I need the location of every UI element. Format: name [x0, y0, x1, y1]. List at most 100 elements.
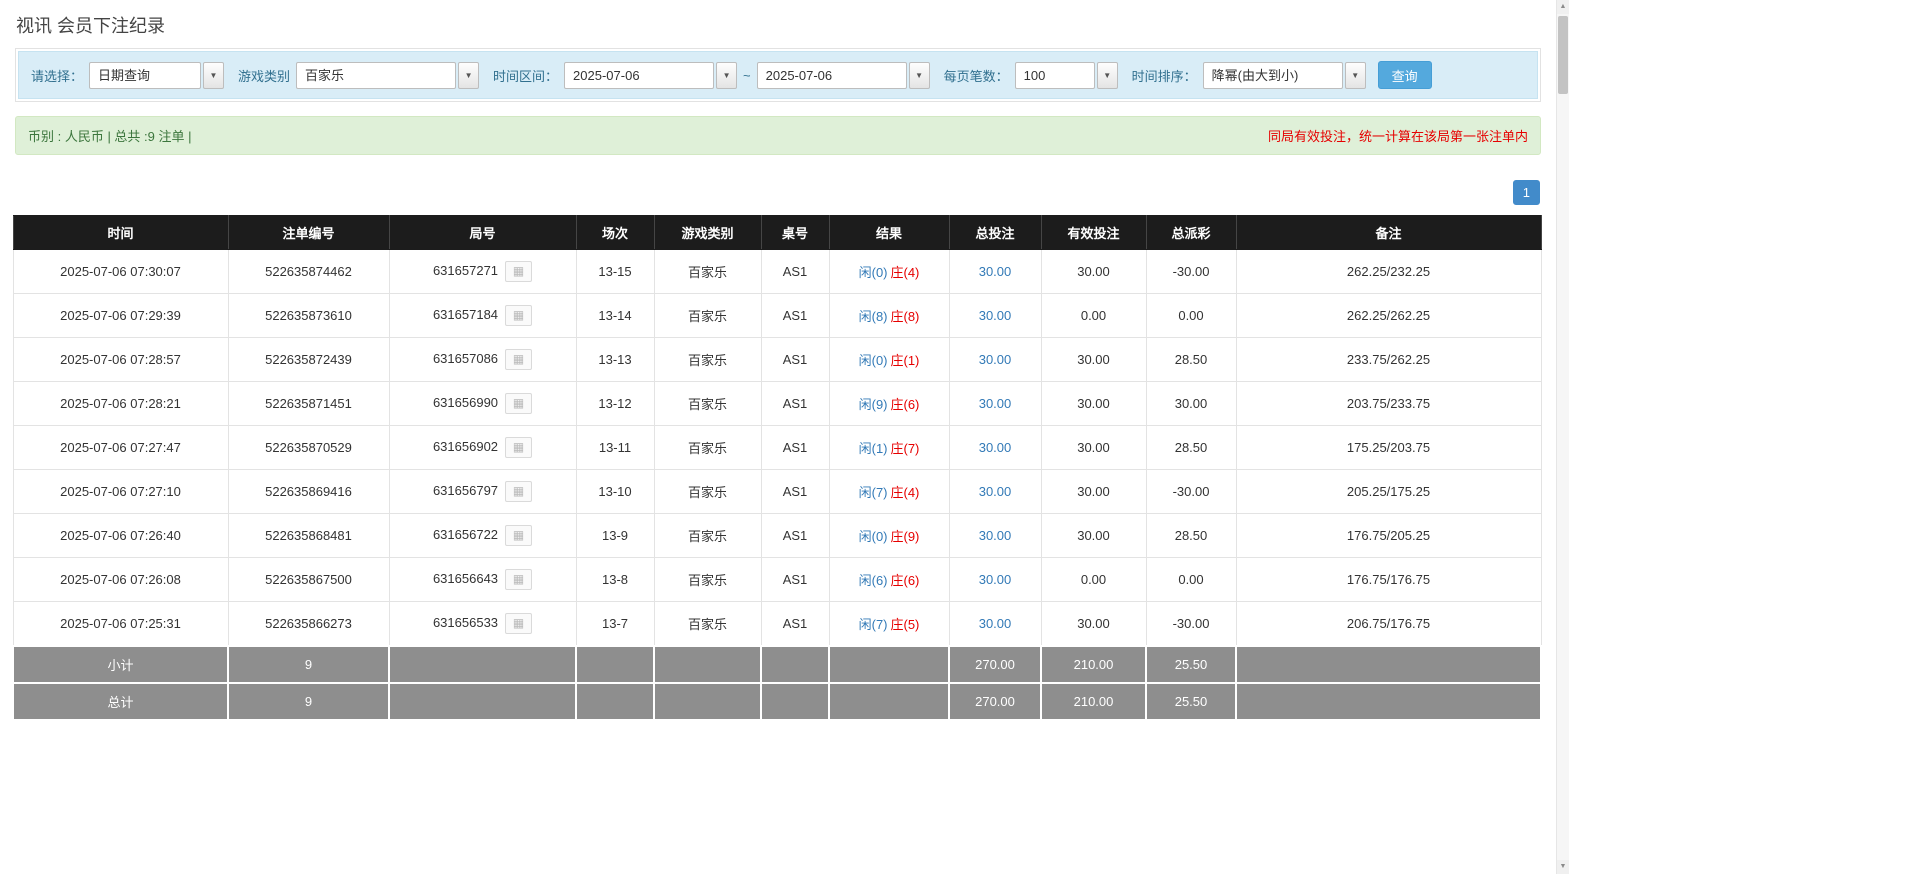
cell-session: 13-8 — [576, 558, 654, 602]
total-bet-link[interactable]: 30.00 — [979, 616, 1012, 631]
cell-valid-bet: 30.00 — [1041, 426, 1146, 470]
cell-remark: 203.75/233.75 — [1236, 382, 1541, 426]
grand-total-label: 总计 — [13, 683, 228, 720]
total-bet-link[interactable]: 30.00 — [979, 440, 1012, 455]
total-bet-link[interactable]: 30.00 — [979, 528, 1012, 543]
roadmap-icon[interactable]: ▦ — [505, 393, 532, 414]
round-id: 631657184 — [433, 307, 498, 322]
roadmap-icon[interactable]: ▦ — [505, 261, 532, 282]
result-player: 闲(0) — [859, 265, 888, 280]
cell-table-no: AS1 — [761, 426, 829, 470]
total-bet-link[interactable]: 30.00 — [979, 484, 1012, 499]
chevron-down-icon[interactable]: ▼ — [1097, 62, 1118, 89]
table-row: 2025-07-06 07:28:57 522635872439 6316570… — [13, 338, 1541, 382]
cell-remark: 175.25/203.75 — [1236, 426, 1541, 470]
result-player: 闲(7) — [859, 617, 888, 632]
cell-result: 闲(0)庄(1) — [829, 338, 949, 382]
result-banker: 庄(1) — [891, 353, 920, 368]
cell-remark: 176.75/205.25 — [1236, 514, 1541, 558]
chevron-down-icon[interactable]: ▼ — [203, 62, 224, 89]
table-header-row: 时间 注单编号 局号 场次 游戏类别 桌号 结果 总投注 有效投注 总派彩 备注 — [13, 216, 1541, 250]
cell-round-id: 631656797▦ — [389, 470, 576, 514]
cell-valid-bet: 30.00 — [1041, 250, 1146, 294]
chevron-down-icon[interactable]: ▼ — [458, 62, 479, 89]
result-banker: 庄(9) — [891, 529, 920, 544]
result-banker: 庄(4) — [891, 265, 920, 280]
cell-session: 13-14 — [576, 294, 654, 338]
result-player: 闲(1) — [859, 441, 888, 456]
cell-round-id: 631657086▦ — [389, 338, 576, 382]
cell-game-type: 百家乐 — [654, 338, 761, 382]
scrollbar[interactable]: ▲ ▼ — [1556, 0, 1569, 874]
cell-valid-bet: 30.00 — [1041, 382, 1146, 426]
cell-bet-id: 522635866273 — [228, 602, 389, 646]
cell-bet-id: 522635869416 — [228, 470, 389, 514]
result-banker: 庄(6) — [891, 573, 920, 588]
date-from-combo: 2025-07-06 ▼ — [564, 62, 737, 89]
scroll-down-arrow-icon[interactable]: ▼ — [1557, 860, 1569, 874]
game-type-value[interactable]: 百家乐 — [296, 62, 456, 89]
page: 视讯 会员下注纪录 请选择： 日期查询 ▼ 游戏类别 百家乐 ▼ 时间区间： 2… — [0, 12, 1556, 721]
header-payout: 总派彩 — [1146, 216, 1236, 250]
cell-total-bet: 30.00 — [949, 514, 1041, 558]
total-bet-link[interactable]: 30.00 — [979, 396, 1012, 411]
page-size-label: 每页笔数： — [944, 66, 1009, 85]
total-bet-link[interactable]: 30.00 — [979, 264, 1012, 279]
roadmap-icon[interactable]: ▦ — [505, 437, 532, 458]
subtotal-empty — [389, 646, 576, 683]
table-row: 2025-07-06 07:27:47 522635870529 6316569… — [13, 426, 1541, 470]
cell-session: 13-13 — [576, 338, 654, 382]
page-title: 视讯 会员下注纪录 — [16, 12, 1556, 38]
grand-total-row: 总计 9 270.00 210.00 25.50 — [13, 683, 1541, 720]
date-to-value[interactable]: 2025-07-06 — [757, 62, 907, 89]
cell-payout: 30.00 — [1146, 382, 1236, 426]
page-button-1[interactable]: 1 — [1513, 180, 1540, 205]
result-player: 闲(7) — [859, 485, 888, 500]
cell-payout: -30.00 — [1146, 602, 1236, 646]
grand-total-empty — [389, 683, 576, 720]
chevron-down-icon[interactable]: ▼ — [1345, 62, 1366, 89]
table-row: 2025-07-06 07:28:21 522635871451 6316569… — [13, 382, 1541, 426]
total-bet-link[interactable]: 30.00 — [979, 308, 1012, 323]
cell-total-bet: 30.00 — [949, 382, 1041, 426]
roadmap-icon[interactable]: ▦ — [505, 613, 532, 634]
subtotal-empty — [1236, 646, 1541, 683]
grand-total-empty — [1236, 683, 1541, 720]
cell-bet-id: 522635870529 — [228, 426, 389, 470]
cell-bet-id: 522635871451 — [228, 382, 389, 426]
page-size-value[interactable]: 100 — [1015, 62, 1095, 89]
date-from-value[interactable]: 2025-07-06 — [564, 62, 714, 89]
total-bet-link[interactable]: 30.00 — [979, 352, 1012, 367]
cell-game-type: 百家乐 — [654, 514, 761, 558]
roadmap-icon[interactable]: ▦ — [505, 569, 532, 590]
grand-total-total-bet: 270.00 — [949, 683, 1041, 720]
result-player: 闲(8) — [859, 309, 888, 324]
total-bet-link[interactable]: 30.00 — [979, 572, 1012, 587]
scrollbar-thumb[interactable] — [1558, 16, 1568, 94]
roadmap-icon[interactable]: ▦ — [505, 525, 532, 546]
subtotal-valid-bet: 210.00 — [1041, 646, 1146, 683]
search-button[interactable]: 查询 — [1378, 61, 1432, 89]
cell-table-no: AS1 — [761, 558, 829, 602]
sort-order-label: 时间排序： — [1132, 66, 1197, 85]
result-player: 闲(0) — [859, 529, 888, 544]
roadmap-icon[interactable]: ▦ — [505, 349, 532, 370]
chevron-down-icon[interactable]: ▼ — [716, 62, 737, 89]
grand-total-count: 9 — [228, 683, 389, 720]
cell-total-bet: 30.00 — [949, 470, 1041, 514]
cell-remark: 176.75/176.75 — [1236, 558, 1541, 602]
result-banker: 庄(7) — [891, 441, 920, 456]
query-type-value[interactable]: 日期查询 — [89, 62, 201, 89]
cell-result: 闲(7)庄(4) — [829, 470, 949, 514]
cell-payout: 28.50 — [1146, 338, 1236, 382]
header-round-id: 局号 — [389, 216, 576, 250]
cell-total-bet: 30.00 — [949, 338, 1041, 382]
roadmap-icon[interactable]: ▦ — [505, 305, 532, 326]
roadmap-icon[interactable]: ▦ — [505, 481, 532, 502]
chevron-down-icon[interactable]: ▼ — [909, 62, 930, 89]
scroll-up-arrow-icon[interactable]: ▲ — [1557, 0, 1569, 14]
cell-session: 13-9 — [576, 514, 654, 558]
cell-valid-bet: 30.00 — [1041, 470, 1146, 514]
sort-order-value[interactable]: 降幂(由大到小) — [1203, 62, 1343, 89]
table-body: 2025-07-06 07:30:07 522635874462 6316572… — [13, 250, 1541, 646]
